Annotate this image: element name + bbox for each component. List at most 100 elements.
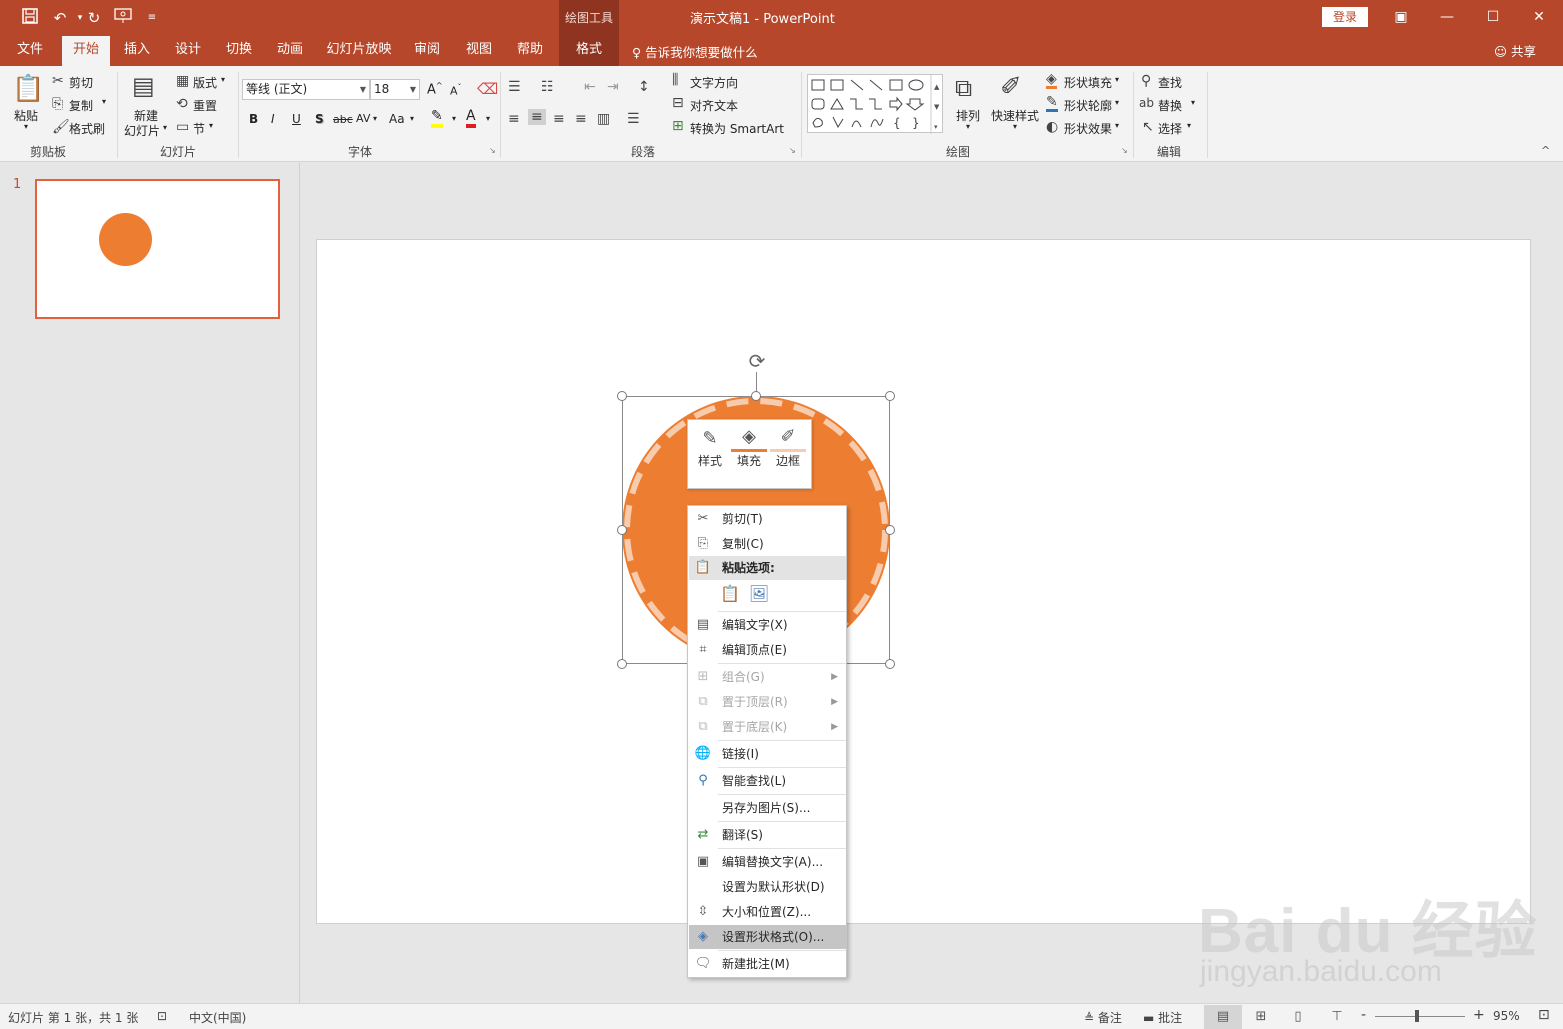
notes-button[interactable]: ≜ 备注 <box>1084 1009 1122 1026</box>
bullets-icon[interactable]: ☰ <box>508 79 521 95</box>
select-button[interactable]: 选择 <box>1158 120 1182 137</box>
char-spacing-button[interactable]: AV <box>356 112 370 125</box>
align-center-icon[interactable]: ≡ <box>528 109 546 125</box>
resize-handle-ne[interactable] <box>885 391 895 401</box>
section-button[interactable]: 节 <box>193 120 205 137</box>
rotate-handle-icon[interactable]: ⟳ <box>745 350 769 374</box>
mini-fill-button[interactable]: ◈ 填充 <box>731 426 767 469</box>
section-dropdown-icon[interactable]: ▾ <box>209 121 213 130</box>
collapse-ribbon-icon[interactable]: ^ <box>1541 144 1550 157</box>
save-icon[interactable] <box>20 8 40 28</box>
tab-file[interactable]: 文件 <box>8 36 52 66</box>
fit-to-window-icon[interactable]: ⊡ <box>1538 1007 1550 1023</box>
login-button[interactable]: 登录 <box>1322 7 1368 27</box>
menu-item-edit-text[interactable]: ▤ 编辑文字(X) <box>689 613 846 637</box>
arrange-icon[interactable]: ⧉ <box>955 74 972 102</box>
shape-effects-dropdown-icon[interactable]: ▾ <box>1115 121 1119 130</box>
layout-button[interactable]: 版式 <box>193 74 217 91</box>
accessibility-check-icon[interactable]: ⊡ <box>157 1009 167 1023</box>
menu-item-bring-to-front[interactable]: ⧉ 置于顶层(R) ▶ <box>689 690 846 714</box>
italic-button[interactable]: I <box>271 112 275 126</box>
select-dropdown-icon[interactable]: ▾ <box>1187 121 1191 130</box>
slide-sorter-view-icon[interactable]: ⊞ <box>1242 1005 1280 1029</box>
slide-thumbnail[interactable] <box>35 179 280 319</box>
increase-indent-icon[interactable]: ⇥ <box>607 79 619 95</box>
resize-handle-nw[interactable] <box>617 391 627 401</box>
align-left-icon[interactable]: ≡ <box>508 111 520 127</box>
menu-item-set-default-shape[interactable]: 设置为默认形状(D) <box>689 875 846 899</box>
tab-transitions[interactable]: 切换 <box>217 36 261 66</box>
mini-border-button[interactable]: ✐ 边框 <box>770 426 806 469</box>
tab-format[interactable]: 格式 <box>559 36 619 66</box>
format-painter-button[interactable]: 格式刷 <box>69 120 105 137</box>
normal-view-icon[interactable]: ▤ <box>1204 1005 1242 1029</box>
paste-dropdown-icon[interactable]: ▾ <box>24 122 28 131</box>
numbering-icon[interactable]: ☷ <box>541 79 554 95</box>
menu-item-send-to-back[interactable]: ⧉ 置于底层(K) ▶ <box>689 715 846 739</box>
shrink-font-icon[interactable]: Aˇ <box>450 83 462 98</box>
copy-dropdown-icon[interactable]: ▾ <box>102 97 106 106</box>
reading-view-icon[interactable]: ▯ <box>1279 1005 1317 1029</box>
shape-outline-button[interactable]: 形状轮廓 <box>1064 97 1112 114</box>
share-button[interactable]: ☺ 共享 <box>1494 41 1536 60</box>
menu-item-edit-points[interactable]: ⌗ 编辑顶点(E) <box>689 638 846 662</box>
font-color-dropdown-icon[interactable]: ▾ <box>486 114 490 123</box>
tab-help[interactable]: 帮助 <box>508 36 552 66</box>
zoom-level[interactable]: 95% <box>1493 1009 1520 1023</box>
arrange-dropdown-icon[interactable]: ▾ <box>966 122 970 131</box>
tab-design[interactable]: 设计 <box>166 36 210 66</box>
resize-handle-se[interactable] <box>885 659 895 669</box>
distributed-icon[interactable]: ▥ <box>597 111 610 127</box>
close-icon[interactable]: ✕ <box>1524 5 1554 29</box>
layout-dropdown-icon[interactable]: ▾ <box>221 75 225 84</box>
tab-insert[interactable]: 插入 <box>115 36 159 66</box>
new-slide-icon[interactable]: ▤ <box>132 72 155 100</box>
reset-button[interactable]: 重置 <box>193 97 217 114</box>
shapes-gallery[interactable]: {} ▲ ▼ ▾ <box>807 74 943 134</box>
font-color-button[interactable]: A <box>466 108 476 128</box>
menu-item-copy[interactable]: ⎘ 复制(C) <box>689 532 846 556</box>
bold-button[interactable]: B <box>249 112 258 126</box>
char-spacing-dropdown-icon[interactable]: ▾ <box>373 114 377 123</box>
highlight-icon[interactable]: ✎ <box>431 108 443 128</box>
align-right-icon[interactable]: ≡ <box>553 111 565 127</box>
tab-animations[interactable]: 动画 <box>268 36 312 66</box>
comments-button[interactable]: ▬ 批注 <box>1143 1009 1182 1026</box>
new-slide-label[interactable]: 幻灯片 <box>124 122 160 139</box>
cut-button[interactable]: 剪切 <box>69 74 93 91</box>
justify-icon[interactable]: ≡ <box>575 111 587 127</box>
quick-styles-dropdown-icon[interactable]: ▾ <box>1013 122 1017 131</box>
new-slide-dropdown-icon[interactable]: ▾ <box>163 123 167 132</box>
zoom-in-button[interactable]: + <box>1473 1007 1485 1023</box>
menu-item-new-comment[interactable]: 🗨 新建批注(M) <box>689 952 846 976</box>
resize-handle-n[interactable] <box>751 391 761 401</box>
tab-view[interactable]: 视图 <box>457 36 501 66</box>
shape-fill-button[interactable]: 形状填充 <box>1064 74 1112 91</box>
grow-font-icon[interactable]: A^ <box>427 81 443 97</box>
undo-icon[interactable]: ↶ <box>50 8 70 28</box>
resize-handle-w[interactable] <box>617 525 627 535</box>
replace-dropdown-icon[interactable]: ▾ <box>1191 98 1195 107</box>
paste-picture-icon[interactable]: 🖼 <box>747 584 771 608</box>
convert-smartart-button[interactable]: 转换为 SmartArt <box>690 120 784 137</box>
shadow-button[interactable]: S <box>315 112 324 126</box>
find-button[interactable]: 查找 <box>1158 74 1182 91</box>
resize-handle-sw[interactable] <box>617 659 627 669</box>
zoom-out-button[interactable]: - <box>1361 1007 1366 1023</box>
shape-fill-dropdown-icon[interactable]: ▾ <box>1115 75 1119 84</box>
ribbon-display-options-icon[interactable]: ▣ <box>1386 5 1416 29</box>
menu-item-edit-alt-text[interactable]: ▣ 编辑替换文字(A)... <box>689 850 846 874</box>
shape-effects-button[interactable]: 形状效果 <box>1064 120 1112 137</box>
zoom-slider-track[interactable] <box>1375 1016 1465 1017</box>
mini-style-button[interactable]: ✎ 样式 <box>692 426 728 469</box>
menu-item-format-shape[interactable]: ◈ 设置形状格式(O)... <box>689 925 846 949</box>
menu-item-group[interactable]: ⊞ 组合(G) ▶ <box>689 665 846 689</box>
tell-me-box[interactable]: ♀ 告诉我你想要做什么 <box>632 42 758 61</box>
language-status[interactable]: 中文(中国) <box>189 1009 246 1026</box>
quick-styles-icon[interactable]: ✐ <box>1000 72 1022 102</box>
copy-button[interactable]: 复制 <box>69 97 93 114</box>
columns-icon[interactable]: ☰ <box>627 111 640 127</box>
present-from-start-icon[interactable] <box>113 8 133 28</box>
redo-icon[interactable]: ↻ <box>84 8 104 28</box>
highlight-dropdown-icon[interactable]: ▾ <box>452 114 456 123</box>
